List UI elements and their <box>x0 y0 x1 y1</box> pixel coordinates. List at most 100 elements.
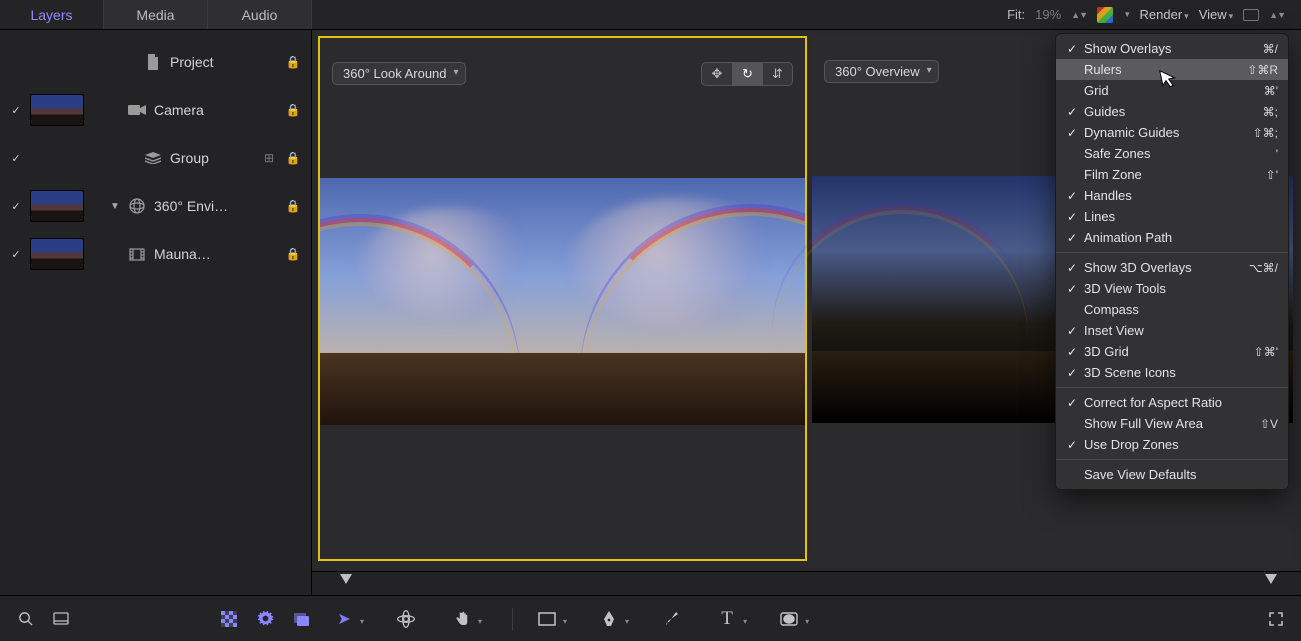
menu-item-safe-zones[interactable]: Safe Zones' <box>1056 143 1288 164</box>
visibility-checkbox[interactable]: ✓ <box>10 104 22 116</box>
visibility-checkbox[interactable]: ✓ <box>10 152 22 164</box>
layout-stepper-icon[interactable]: ▲▼ <box>1269 10 1285 20</box>
menu-label: Animation Path <box>1080 230 1278 245</box>
camera-icon <box>128 102 146 118</box>
layer-row[interactable]: ✓Camera🔒 <box>0 86 311 134</box>
menu-item-3d-grid[interactable]: ✓3D Grid⇧⌘' <box>1056 341 1288 362</box>
chevron-down-icon[interactable]: ▾ <box>360 617 364 626</box>
menu-item-compass[interactable]: Compass <box>1056 299 1288 320</box>
fit-label: Fit: <box>1007 7 1025 22</box>
chevron-down-icon[interactable]: ▾ <box>743 617 747 626</box>
viewport-left[interactable]: 360° Look Around ✥ ↻ ⇵ <box>318 36 807 561</box>
menu-item-3d-scene-icons[interactable]: ✓3D Scene Icons <box>1056 362 1288 383</box>
pen-tool-icon[interactable] <box>595 605 623 633</box>
layer-label: Group <box>170 150 253 166</box>
disclosure-icon[interactable]: ▼ <box>110 201 120 212</box>
menu-shortcut: ⇧V <box>1260 417 1278 431</box>
render-menu[interactable]: Render▾ <box>1140 7 1189 22</box>
main-tabs: Layers Media Audio Fit: 19% ▲▼ ▾ Render▾… <box>0 0 1301 30</box>
lock-icon[interactable]: 🔒 <box>285 247 301 261</box>
visibility-checkbox[interactable] <box>10 56 22 68</box>
menu-shortcut: ⌥⌘/ <box>1249 261 1278 275</box>
chevron-down-icon[interactable]: ▾ <box>478 617 482 626</box>
menu-item-animation-path[interactable]: ✓Animation Path <box>1056 227 1288 248</box>
search-icon[interactable] <box>14 608 36 630</box>
visibility-checkbox[interactable]: ✓ <box>10 248 22 260</box>
menu-label: Dynamic Guides <box>1080 125 1253 140</box>
color-channel-swatch[interactable] <box>1097 7 1113 23</box>
layer-row[interactable]: ✓ Group ⊞ 🔒 <box>0 134 311 182</box>
menu-item-lines[interactable]: ✓Lines <box>1056 206 1288 227</box>
fit-stepper-icon[interactable]: ▲▼ <box>1071 10 1087 20</box>
stack-icon[interactable] <box>290 608 312 630</box>
layer-row[interactable]: Project🔒 <box>0 38 311 86</box>
layer-thumbnail <box>30 94 84 126</box>
menu-item-3d-view-tools[interactable]: ✓3D View Tools <box>1056 278 1288 299</box>
menu-label: Correct for Aspect Ratio <box>1080 395 1278 410</box>
menu-label: Handles <box>1080 188 1278 203</box>
layers-sidebar: Project🔒✓Camera🔒✓Group⊞🔒✓▼360° Envi…🔒✓Ma… <box>0 30 312 595</box>
menu-separator <box>1056 387 1288 388</box>
chevron-down-icon[interactable]: ▾ <box>563 617 567 626</box>
menu-separator <box>1056 252 1288 253</box>
checker-icon[interactable] <box>218 608 240 630</box>
menu-item-guides[interactable]: ✓Guides⌘; <box>1056 101 1288 122</box>
menu-item-dynamic-guides[interactable]: ✓Dynamic Guides⇧⌘; <box>1056 122 1288 143</box>
hand-tool-icon[interactable] <box>448 605 476 633</box>
mask-tool-icon[interactable] <box>775 605 803 633</box>
rect-tool-icon[interactable] <box>533 605 561 633</box>
layer-row[interactable]: ✓Mauna…🔒 <box>0 230 311 278</box>
nav-pan-icon[interactable]: ✥ <box>702 63 732 85</box>
menu-label: Safe Zones <box>1080 146 1276 161</box>
lock-icon[interactable]: 🔒 <box>285 103 301 117</box>
fit-percent[interactable]: 19% <box>1035 7 1061 22</box>
fullscreen-icon[interactable] <box>1265 608 1287 630</box>
canvas-layout-icon[interactable] <box>50 608 72 630</box>
playhead-start-icon[interactable] <box>340 574 352 584</box>
lock-icon[interactable]: 🔒 <box>285 199 301 213</box>
menu-item-handles[interactable]: ✓Handles <box>1056 185 1288 206</box>
menu-item-show-full-view-area[interactable]: Show Full View Area⇧V <box>1056 413 1288 434</box>
menu-label: 3D View Tools <box>1080 281 1278 296</box>
layout-toggle-icon[interactable] <box>1243 9 1259 21</box>
link-icon[interactable]: ⊞ <box>261 151 277 165</box>
orbit3d-tool-icon[interactable] <box>392 605 420 633</box>
menu-shortcut: ⇧⌘; <box>1253 126 1278 140</box>
lock-icon[interactable]: 🔒 <box>285 151 301 165</box>
menu-item-save-view-defaults[interactable]: Save View Defaults <box>1056 464 1288 485</box>
nav-orbit-icon[interactable]: ↻ <box>732 63 762 85</box>
menu-shortcut: ⌘; <box>1263 105 1278 119</box>
view-menu-button[interactable]: View▾ <box>1199 7 1233 22</box>
menu-shortcut: ⇧⌘' <box>1254 345 1278 359</box>
menu-shortcut: ⌘' <box>1264 84 1278 98</box>
menu-item-show-3d-overlays[interactable]: ✓Show 3D Overlays⌥⌘/ <box>1056 257 1288 278</box>
chevron-down-icon[interactable]: ▾ <box>625 617 629 626</box>
chevron-down-icon[interactable]: ▾ <box>805 617 809 626</box>
text-tool-icon[interactable]: T <box>713 605 741 633</box>
timeline-ruler[interactable] <box>312 571 1301 595</box>
menu-item-use-drop-zones[interactable]: ✓Use Drop Zones <box>1056 434 1288 455</box>
menu-item-correct-for-aspect-ratio[interactable]: ✓Correct for Aspect Ratio <box>1056 392 1288 413</box>
pointer-tool-icon[interactable]: ➤ <box>330 605 358 633</box>
lock-icon[interactable]: 🔒 <box>285 55 301 69</box>
menu-shortcut: ' <box>1276 147 1278 161</box>
check-icon: ✓ <box>1064 189 1080 203</box>
menu-item-film-zone[interactable]: Film Zone⇧' <box>1056 164 1288 185</box>
visibility-checkbox[interactable]: ✓ <box>10 200 22 212</box>
viewport-right-mode[interactable]: 360° Overview <box>824 60 939 83</box>
menu-item-show-overlays[interactable]: ✓Show Overlays⌘/ <box>1056 38 1288 59</box>
top-right-toolbar: Fit: 19% ▲▼ ▾ Render▾ View▾ ▲▼ <box>1007 0 1301 29</box>
tab-media[interactable]: Media <box>104 0 208 29</box>
viewport-left-mode[interactable]: 360° Look Around <box>332 62 466 85</box>
menu-item-inset-view[interactable]: ✓Inset View <box>1056 320 1288 341</box>
gear-icon[interactable] <box>254 608 276 630</box>
layer-row[interactable]: ✓▼360° Envi…🔒 <box>0 182 311 230</box>
tab-audio[interactable]: Audio <box>208 0 312 29</box>
menu-label: Show Overlays <box>1080 41 1263 56</box>
playhead-end-icon[interactable] <box>1265 574 1277 584</box>
menu-label: Lines <box>1080 209 1278 224</box>
menu-label: Guides <box>1080 104 1263 119</box>
nav-dolly-icon[interactable]: ⇵ <box>762 63 792 85</box>
brush-tool-icon[interactable] <box>657 605 685 633</box>
tab-layers[interactable]: Layers <box>0 0 104 29</box>
